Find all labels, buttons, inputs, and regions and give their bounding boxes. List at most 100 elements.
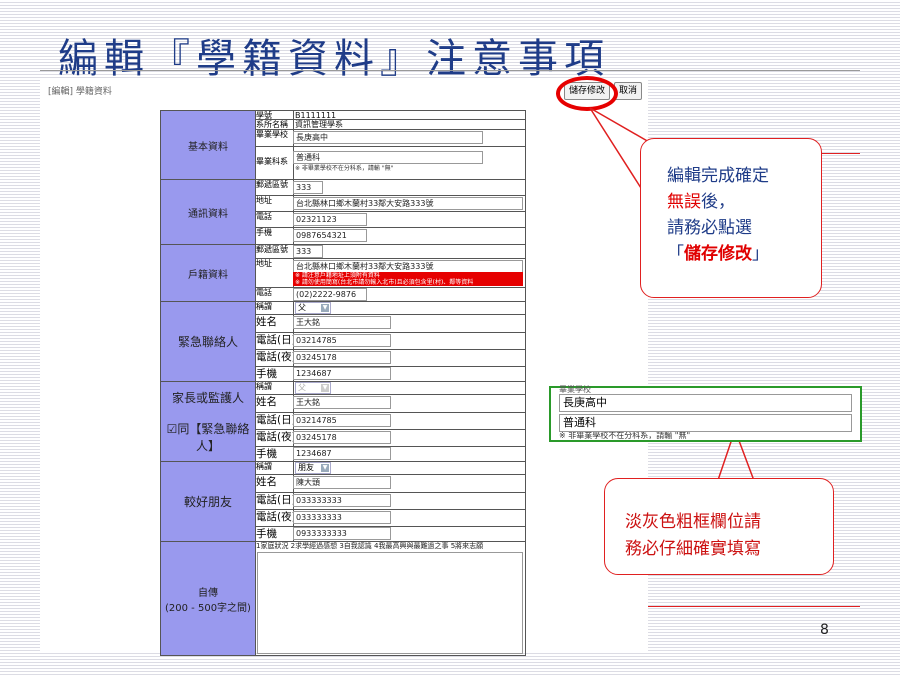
- row-guardian-name: 姓名 王大銘: [255, 395, 525, 413]
- emergency-name-label: 姓名: [255, 315, 294, 332]
- friend-name-input[interactable]: 陳大頭: [293, 476, 391, 489]
- guardian-mobile-input[interactable]: 1234687: [293, 447, 391, 460]
- row-emergency-name: 姓名 王大銘: [255, 315, 525, 333]
- contact-mobile-input[interactable]: 0987654321: [293, 229, 367, 242]
- slide-title: 編輯『學籍資料』注意事項: [58, 36, 610, 82]
- autobio-textarea[interactable]: [257, 552, 523, 654]
- guardian-name-input[interactable]: 王大銘: [293, 396, 391, 409]
- guardian-name-label: 姓名: [255, 395, 294, 412]
- emergency-rel-label: 稱謂: [255, 302, 294, 314]
- contact-phone-label: 電話: [255, 212, 294, 227]
- emergency-mobile-label: 手機: [255, 367, 294, 381]
- section-emergency: 緊急聯絡人: [161, 302, 256, 382]
- contact-phone-input[interactable]: 02321123: [293, 213, 367, 226]
- contact-addr-input[interactable]: 台北縣林口鄉木蘭村33鄰大安路333號: [293, 197, 523, 210]
- emergency-name-input[interactable]: 王大銘: [293, 316, 391, 329]
- row-household-phone: 電話 (02)2222-9876: [255, 288, 525, 302]
- breadcrumb: [編輯] 學籍資料: [48, 87, 112, 97]
- row-school: 畢業學校 長庚高中: [255, 130, 525, 147]
- chevron-down-icon: ▼: [321, 384, 329, 392]
- friend-mobile-label: 手機: [255, 527, 294, 541]
- footer-rule: [648, 606, 860, 607]
- field-callout-line-1: 淡灰色粗框欄位請: [625, 512, 761, 532]
- save-callout-line-2: 後，: [701, 192, 735, 212]
- contact-zip-label: 郵遞區號: [255, 180, 294, 195]
- page-number: 8: [820, 622, 829, 638]
- section-contact-label: 通訊資料: [188, 208, 228, 220]
- emergency-day-label: 電話(日): [255, 333, 294, 349]
- screenshot-panel: [編輯] 學籍資料 儲存修改 取消 基本資料 學號 B1111111 系所名稱 …: [40, 78, 648, 656]
- friend-rel-select[interactable]: 朋友 ▼: [295, 462, 331, 474]
- dept-label: 系所名稱: [255, 120, 294, 129]
- track-input[interactable]: 普通科: [293, 151, 483, 164]
- section-basic: 基本資料: [161, 111, 256, 180]
- friend-night-label: 電話(夜): [255, 510, 294, 526]
- autobio-prompt: 1家庭狀況 2求學經過感想 3自我認識 4我最高興與最難過之事 5將來志願: [256, 542, 484, 550]
- row-friend-night: 電話(夜) 033333333: [255, 510, 525, 527]
- friend-name-label: 姓名: [255, 475, 294, 492]
- row-friend-name: 姓名 陳大頭: [255, 475, 525, 493]
- contact-mobile-label: 手機: [255, 228, 294, 244]
- row-friend-mobile: 手機 0933333333: [255, 527, 525, 542]
- household-phone-input[interactable]: (02)2222-9876: [293, 288, 367, 301]
- row-guardian-night: 電話(夜) 03245178: [255, 430, 525, 447]
- emergency-night-input[interactable]: 03245178: [293, 351, 391, 364]
- row-emergency-rel: 稱謂 父 ▼: [255, 302, 525, 315]
- row-contact-addr: 地址 台北縣林口鄉木蘭村33鄰大安路333號: [255, 196, 525, 212]
- school-input[interactable]: 長庚高中: [293, 131, 483, 144]
- row-guardian-rel: 稱謂 父 ▼: [255, 382, 525, 395]
- household-warning-1: ※ 請注意戶籍地址上須附有資料: [295, 272, 380, 279]
- row-emergency-mobile: 手機 1234687: [255, 367, 525, 382]
- student-record-form: 基本資料 學號 B1111111 系所名稱 資訊管理學系 畢業學校 長庚高中 畢…: [160, 110, 526, 656]
- zoom-school-input[interactable]: 長庚高中: [559, 394, 852, 412]
- section-household: 戶籍資料: [161, 245, 256, 302]
- guardian-night-label: 電話(夜): [255, 430, 294, 446]
- field-callout-box: 淡灰色粗框欄位請 務必仔細確實填寫: [604, 478, 834, 575]
- contact-zip-input[interactable]: 333: [293, 181, 323, 194]
- household-zip-input[interactable]: 333: [293, 245, 323, 258]
- dept-value: 資訊管理學系: [295, 120, 343, 129]
- decorative-rule: [820, 153, 860, 154]
- chevron-down-icon: ▼: [321, 304, 329, 312]
- section-contact: 通訊資料: [161, 180, 256, 245]
- friend-night-input[interactable]: 033333333: [293, 511, 391, 524]
- household-warning: ※ 請注意戶籍地址上須附有資料 ※ 請勿使用簡寫(台北市請勿輸入北市)且必須包含…: [293, 272, 523, 286]
- save-callout-line-1: 編輯完成確定: [667, 166, 769, 186]
- friend-day-label: 電話(日): [255, 493, 294, 509]
- quote-open: 「: [667, 244, 684, 264]
- row-emergency-day: 電話(日) 03214785: [255, 333, 525, 350]
- row-household-zip: 郵遞區號 333: [255, 245, 525, 259]
- field-callout-line-2: 務必仔細確實填寫: [625, 539, 761, 559]
- guardian-night-input[interactable]: 03245178: [293, 431, 391, 444]
- same-as-emergency-checkbox[interactable]: ☑同【緊急聯絡人】: [161, 420, 255, 454]
- guardian-rel-select[interactable]: 父 ▼: [295, 382, 331, 394]
- cancel-button[interactable]: 取消: [614, 82, 643, 100]
- zoomed-fields-panel: 畢業學校 長庚高中 普通科 ※ 非畢業學校不在分科系，請輸 "無": [549, 385, 862, 442]
- emergency-day-input[interactable]: 03214785: [293, 334, 391, 347]
- household-warning-2: ※ 請勿使用簡寫(台北市請勿輸入北市)且必須包含里(村)、鄰等資料: [295, 279, 474, 286]
- save-callout-key: 儲存修改: [684, 244, 752, 264]
- friend-rel-label: 稱謂: [255, 462, 294, 474]
- row-track: 畢業科系 普通科 ※ 非畢業學校不在分科系，請輸 "無": [255, 147, 525, 180]
- row-contact-zip: 郵遞區號 333: [255, 180, 525, 196]
- friend-mobile-input[interactable]: 0933333333: [293, 527, 391, 540]
- guardian-rel-value: 父: [298, 383, 306, 392]
- save-highlight-circle: [556, 76, 618, 111]
- row-guardian-day: 電話(日) 03214785: [255, 413, 525, 430]
- friend-day-input[interactable]: 033333333: [293, 494, 391, 507]
- save-callout-box: 編輯完成確定 無誤後， 請務必點選 「儲存修改」: [640, 138, 822, 298]
- household-zip-label: 郵遞區號: [255, 245, 294, 258]
- contact-addr-label: 地址: [255, 196, 294, 211]
- row-emergency-night: 電話(夜) 03245178: [255, 350, 525, 367]
- row-friend-day: 電話(日) 033333333: [255, 493, 525, 510]
- section-friend: 較好朋友: [161, 462, 256, 542]
- emergency-rel-select[interactable]: 父 ▼: [295, 302, 331, 314]
- guardian-mobile-label: 手機: [255, 447, 294, 461]
- section-basic-label: 基本資料: [188, 141, 228, 153]
- emergency-mobile-input[interactable]: 1234687: [293, 367, 391, 380]
- title-divider: [40, 70, 860, 71]
- autobio-row: 1家庭狀況 2求學經過感想 3自我認識 4我最高興與最難過之事 5將來志願: [161, 542, 525, 655]
- section-emergency-label: 緊急聯絡人: [177, 335, 238, 349]
- guardian-day-input[interactable]: 03214785: [293, 414, 391, 427]
- zoom-track-input[interactable]: 普通科: [559, 414, 852, 432]
